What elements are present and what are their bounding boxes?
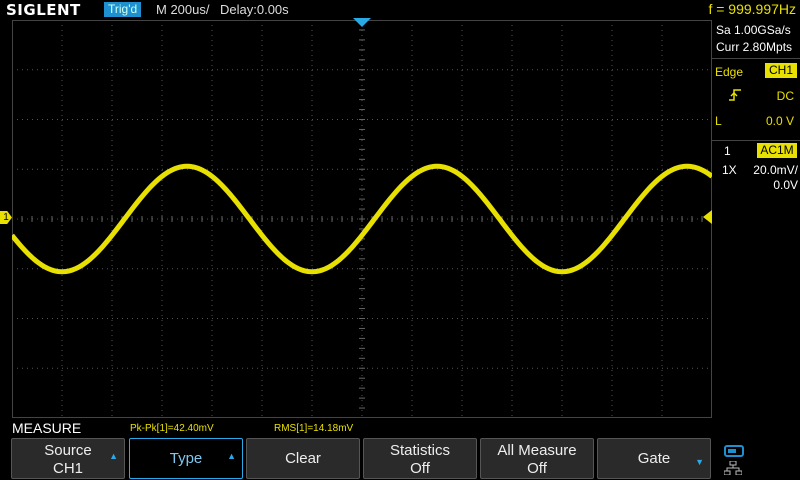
trigger-level-value: 0.0 V (765, 114, 794, 128)
chevron-down-icon: ▼ (695, 457, 704, 467)
delay-readout: Delay:0.00s (220, 2, 289, 17)
softkey-label: Clear (285, 450, 321, 467)
softkey-label: Source (44, 442, 92, 459)
channel-coupling-badge: AC1M (757, 143, 797, 158)
ch1-waveform-trace (12, 163, 712, 275)
probe-attenuation: 1X (722, 163, 737, 177)
chevron-up-icon: ▲ (109, 451, 118, 461)
channel-number: 1 (724, 144, 731, 158)
softkey-label: Gate (637, 450, 671, 467)
ch1-offset-marker-icon[interactable]: 1 (0, 211, 12, 224)
trigger-type: Edge (715, 65, 744, 79)
timebase-readout: M 200us/ (156, 2, 210, 17)
gate-softkey[interactable]: Gate ▼ (597, 438, 711, 479)
trigger-position-marker-icon[interactable] (353, 18, 371, 27)
info-panel: Sa 1.00GSa/s Curr 2.80Mpts Edge CH1 DC L… (712, 20, 800, 420)
trigger-level-marker-icon[interactable] (703, 210, 712, 224)
statistics-softkey[interactable]: Statistics Off (363, 438, 477, 479)
softkey-value: Off (410, 460, 430, 477)
softkey-label: Statistics (389, 442, 450, 459)
trigger-source-badge: CH1 (765, 63, 797, 78)
connection-status (716, 441, 800, 480)
status-bar: SIGLENT Trig'd M 200us/ Delay:0.00s f = … (0, 0, 800, 20)
softkey-label: All Measure (497, 442, 577, 459)
memory-depth: Curr 2.80Mpts (716, 40, 793, 54)
trigger-status-badge: Trig'd (104, 2, 142, 17)
menu-title: MEASURE (12, 420, 82, 436)
softkey-bar: Source CH1 ▲ Type ▲ Clear Statistics Off… (0, 438, 800, 480)
channel-offset: 0.0V (773, 178, 798, 192)
brand-logo: SIGLENT (6, 1, 81, 19)
volts-per-div: 20.0mV/ (753, 163, 798, 177)
ch1-trace-path (12, 163, 712, 275)
all-measure-softkey[interactable]: All Measure Off (480, 438, 594, 479)
measurement-readout: RMS[1]=14.18mV (274, 423, 354, 434)
trigger-coupling: DC (776, 89, 794, 103)
measurement-readout: Pk-Pk[1]=42.40mV (130, 423, 214, 434)
usb-icon (724, 445, 744, 457)
trigger-level-label: L (715, 114, 722, 128)
waveform-display[interactable] (12, 20, 712, 418)
sample-rate: Sa 1.00GSa/s (716, 23, 791, 37)
frequency-readout: f = 999.997Hz (708, 1, 796, 17)
softkey-value: Off (527, 460, 547, 477)
softkey-label: Type (169, 450, 203, 467)
network-icon (723, 460, 743, 478)
rising-edge-icon (728, 88, 742, 105)
chevron-up-icon: ▲ (227, 451, 236, 461)
softkey-value: CH1 (52, 460, 83, 477)
type-softkey[interactable]: Type ▲ (129, 438, 243, 479)
source-softkey[interactable]: Source CH1 ▲ (11, 438, 125, 479)
clear-softkey[interactable]: Clear (246, 438, 360, 479)
